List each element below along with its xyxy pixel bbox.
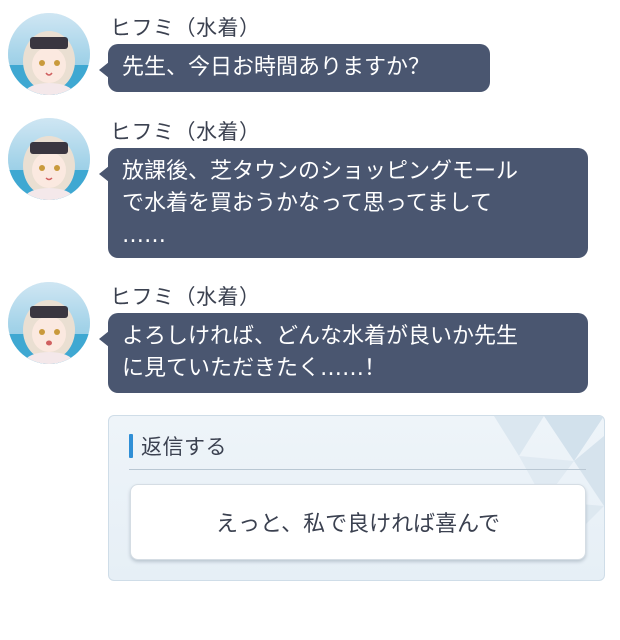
sender-name: ヒフミ（水着） xyxy=(110,120,261,144)
avatar[interactable] xyxy=(8,13,90,95)
message-line: よろしければ、どんな水着が良いか先生 xyxy=(122,324,519,349)
message-bubble: よろしければ、どんな水着が良いか先生 に見ていただきたく……！ xyxy=(99,313,588,393)
divider xyxy=(129,469,586,470)
avatar[interactable] xyxy=(8,118,90,200)
message-line: 先生、今日お時間ありますか？ xyxy=(122,55,431,80)
message-bubble: 放課後、芝タウンのショッピングモール で水着を買おうかなって思ってまして …… xyxy=(99,148,588,258)
message-bubble: 先生、今日お時間ありますか？ xyxy=(99,44,490,92)
sender-name: ヒフミ（水着） xyxy=(110,16,261,40)
message-line: で水着を買おうかなって思ってまして xyxy=(122,191,493,216)
accent-bar xyxy=(129,434,133,458)
reply-option-button[interactable]: えっと、私で良ければ喜んで xyxy=(130,484,586,560)
sender-name: ヒフミ（水着） xyxy=(110,285,261,309)
message-line: 放課後、芝タウンのショッピングモール xyxy=(122,159,519,184)
message-line: に見ていただきたく……！ xyxy=(122,356,387,381)
message-line: …… xyxy=(122,223,166,248)
reply-panel: 返信する えっと、私で良ければ喜んで xyxy=(108,415,605,581)
avatar[interactable] xyxy=(8,282,90,364)
reply-title: 返信する xyxy=(141,435,227,459)
chat-view: ヒフミ（水着） 先生、今日お時間ありますか？ ヒフミ（水着） 放課後、芝タウンの… xyxy=(0,0,620,640)
reply-header: 返信する xyxy=(129,432,227,460)
